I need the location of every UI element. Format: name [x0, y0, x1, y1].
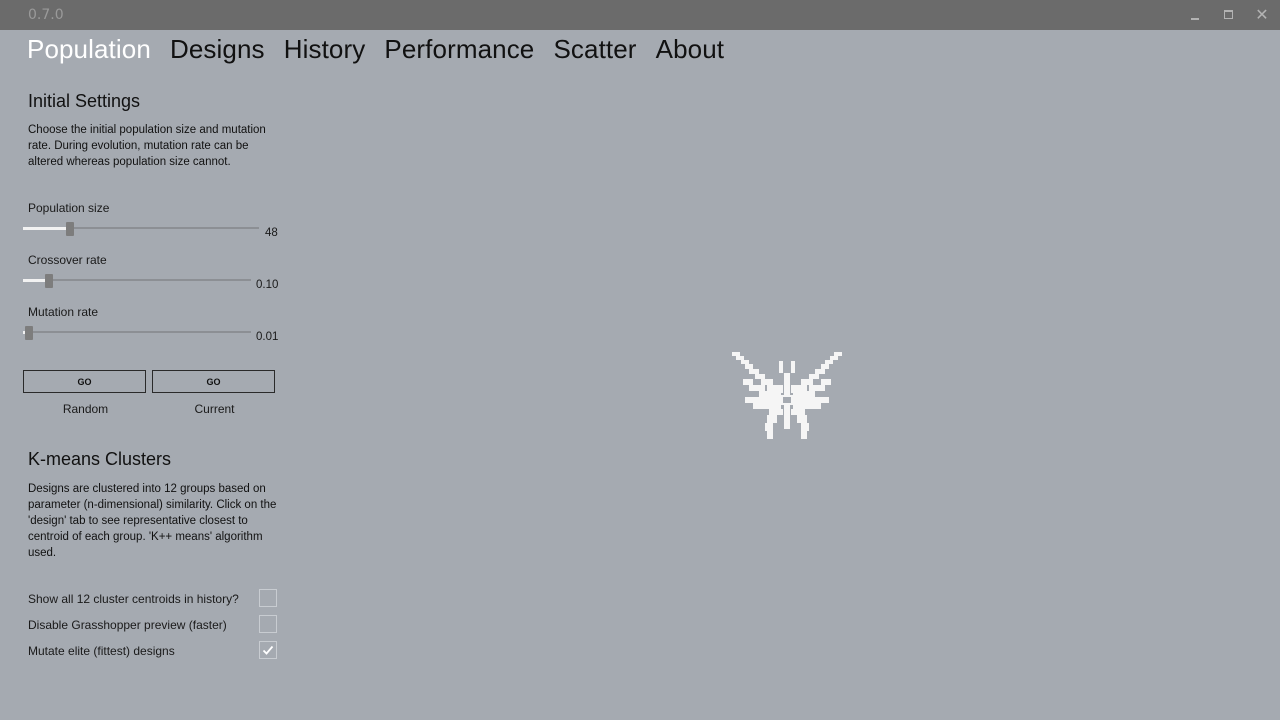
population-size-fill	[23, 227, 69, 230]
option-mutate-elite-label: Mutate elite (fittest) designs	[28, 644, 175, 658]
option-show-centroids-label: Show all 12 cluster centroids in history…	[28, 592, 239, 606]
population-size-thumb[interactable]	[66, 222, 74, 236]
population-size-label: Population size	[28, 201, 110, 215]
crossover-rate-fill	[23, 279, 47, 282]
initial-settings-heading: Initial Settings	[28, 91, 141, 111]
version-label: 0.7.0	[28, 7, 64, 23]
option-show-centroids-checkbox[interactable]	[259, 589, 277, 607]
kmeans-description: Designs are clustered into 12 groups bas…	[28, 483, 277, 559]
go-random-button[interactable]: GO	[23, 370, 146, 393]
go-random-caption: Random	[62, 402, 109, 416]
option-mutate-elite-checkbox[interactable]	[259, 641, 277, 659]
close-icon: ✕	[1255, 5, 1269, 24]
option-mutate-elite: Mutate elite (fittest) designs	[28, 641, 278, 661]
minimize-icon	[1191, 18, 1199, 20]
option-show-centroids: Show all 12 cluster centroids in history…	[28, 589, 278, 609]
population-size-value: 48	[265, 227, 278, 239]
maximize-icon	[1224, 10, 1233, 19]
option-disable-preview: Disable Grasshopper preview (faster)	[28, 615, 278, 635]
option-disable-preview-checkbox[interactable]	[259, 615, 277, 633]
mutation-rate-thumb[interactable]	[25, 326, 33, 340]
crossover-rate-value: 0.10	[256, 279, 279, 291]
mutation-rate-slider[interactable]	[23, 326, 251, 340]
tab-designs[interactable]: Designs	[170, 34, 265, 65]
initial-settings-description: Choose the initial population size and m…	[28, 124, 266, 168]
kmeans-heading: K-means Clusters	[28, 449, 172, 469]
crossover-rate-label: Crossover rate	[28, 253, 107, 267]
option-disable-preview-label: Disable Grasshopper preview (faster)	[28, 618, 227, 632]
checkmark-icon	[262, 645, 274, 655]
population-size-slider[interactable]	[23, 222, 259, 236]
go-current-caption: Current	[194, 402, 235, 416]
title-bar: 0.7.0 ✕	[0, 0, 1280, 30]
tab-population[interactable]: Population	[27, 34, 151, 65]
crossover-rate-slider[interactable]	[23, 274, 251, 288]
tab-performance[interactable]: Performance	[384, 34, 534, 65]
tab-history[interactable]: History	[284, 34, 366, 65]
tab-scatter[interactable]: Scatter	[553, 34, 636, 65]
mutation-rate-value: 0.01	[256, 331, 279, 343]
main-tabs: Population Designs History Performance S…	[27, 34, 738, 74]
close-button[interactable]: ✕	[1251, 5, 1273, 25]
mutation-rate-label: Mutation rate	[28, 305, 99, 319]
minimize-button[interactable]	[1184, 5, 1206, 25]
go-current-button[interactable]: GO	[152, 370, 275, 393]
butterfly-logo-icon	[732, 352, 842, 439]
tab-about[interactable]: About	[656, 34, 724, 65]
maximize-button[interactable]	[1217, 5, 1239, 25]
crossover-rate-thumb[interactable]	[45, 274, 53, 288]
